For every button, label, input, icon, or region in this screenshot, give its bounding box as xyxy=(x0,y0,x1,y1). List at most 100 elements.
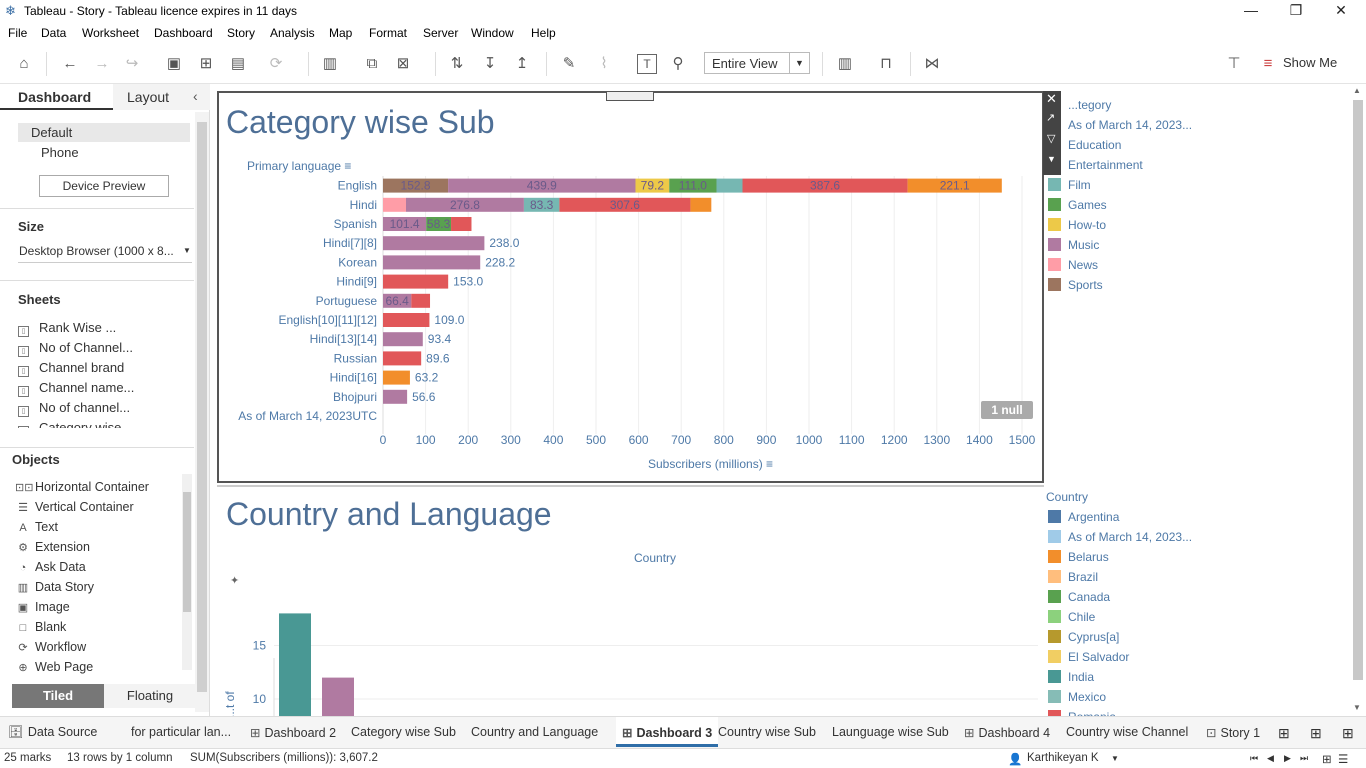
menu-dashboard[interactable]: Dashboard xyxy=(154,26,213,40)
object-item[interactable]: ⟳ Workflow xyxy=(15,640,86,654)
legend-item[interactable]: Entertainment xyxy=(1048,158,1143,172)
sheet-tab[interactable]: Country wise Sub xyxy=(718,725,816,739)
object-item[interactable]: ◔ Ask Data xyxy=(15,560,86,574)
sheet-item[interactable]: ▯ Rank Wise ... xyxy=(18,320,116,337)
legend-item[interactable]: Sports xyxy=(1048,278,1103,292)
sheet-tab[interactable]: Country and Language xyxy=(471,725,598,739)
device-phone[interactable]: Phone xyxy=(41,145,79,160)
home-icon[interactable]: ⌂ xyxy=(14,54,34,74)
legend-item[interactable]: As of March 14, 2023... xyxy=(1048,530,1192,544)
sheet-tab[interactable]: ⊡ Story 1 xyxy=(1206,725,1260,740)
legend-item[interactable]: India xyxy=(1048,670,1094,684)
vertical-scrollbar[interactable]: ▲ ▼ xyxy=(1350,84,1366,716)
pin-icon[interactable]: ⚲ xyxy=(668,54,688,74)
device-preview-button[interactable]: Device Preview xyxy=(39,175,169,197)
drag-handle[interactable] xyxy=(606,91,654,101)
size-dropdown[interactable]: Desktop Browser (1000 x 8... ▼ xyxy=(18,241,192,263)
clear-sheet-icon[interactable]: ⊠ xyxy=(393,54,413,74)
object-item[interactable]: ⊡⊡ Horizontal Container xyxy=(15,480,149,494)
remove-icon[interactable]: ✕ xyxy=(1046,91,1057,107)
legend-item[interactable]: Belarus xyxy=(1048,550,1109,564)
close-window-icon[interactable]: ✕ xyxy=(1321,2,1361,19)
floating-button[interactable]: Floating xyxy=(104,684,196,708)
grid-view-icon[interactable]: ⊞ xyxy=(1322,752,1332,766)
menu-help[interactable]: Help xyxy=(531,26,556,40)
collapse-panel-icon[interactable]: ‹ xyxy=(193,88,198,104)
object-item[interactable]: ⚙ Extension xyxy=(15,540,90,554)
show-me-icon[interactable]: ≡ xyxy=(1258,54,1278,74)
legend-item[interactable]: Chile xyxy=(1048,610,1095,624)
pause-updates-icon[interactable]: ▤ xyxy=(228,54,248,74)
menu-map[interactable]: Map xyxy=(329,26,352,40)
object-item[interactable]: ▥ Data Story xyxy=(15,580,94,594)
sort-icon[interactable]: ≡ xyxy=(344,159,351,173)
object-item[interactable]: □ Blank xyxy=(15,620,67,634)
legend-item[interactable]: Games xyxy=(1048,198,1107,212)
null-badge[interactable]: 1 null xyxy=(981,401,1033,419)
object-item[interactable]: ▣ Image xyxy=(15,600,70,614)
legend-item[interactable]: Education xyxy=(1048,138,1121,152)
prev-sheet-icon[interactable]: ◀ xyxy=(1267,753,1274,764)
menu-analysis[interactable]: Analysis xyxy=(270,26,315,40)
show-labels-icon[interactable]: T xyxy=(637,54,657,74)
menu-data[interactable]: Data xyxy=(41,26,66,40)
restore-icon[interactable]: ❐ xyxy=(1276,2,1316,19)
presentation-mode-icon[interactable]: ⊓ xyxy=(876,54,896,74)
fit-dropdown[interactable]: Entire View ▼ xyxy=(704,52,810,74)
object-item[interactable]: ☰ Vertical Container xyxy=(15,500,134,514)
legend-item[interactable]: Canada xyxy=(1048,590,1110,604)
tiled-button[interactable]: Tiled xyxy=(12,684,104,708)
left-scrollbar[interactable] xyxy=(195,112,209,712)
sheet-tab[interactable]: Country wise Channel xyxy=(1066,725,1188,739)
highlight-icon[interactable]: ✎ xyxy=(559,54,579,74)
objects-scrollbar[interactable] xyxy=(182,474,192,670)
device-default[interactable]: Default xyxy=(31,125,72,140)
menu-window[interactable]: Window xyxy=(471,26,514,40)
menu-format[interactable]: Format xyxy=(369,26,407,40)
swap-icon[interactable]: ⇅ xyxy=(447,54,467,74)
format-painter-icon[interactable]: ⊤ xyxy=(1224,54,1244,74)
show-me-button[interactable]: Show Me xyxy=(1283,55,1337,70)
user-menu-chevron-icon[interactable]: ▼ xyxy=(1111,754,1119,763)
sheet-item[interactable]: ▯ Channel brand xyxy=(18,360,124,377)
legend-item[interactable]: Music xyxy=(1048,238,1099,252)
list-view-icon[interactable]: ☰ xyxy=(1338,752,1348,766)
sheet-tab[interactable]: ⊞ Dashboard 2 xyxy=(250,725,336,740)
scroll-down-icon[interactable]: ▼ xyxy=(1353,703,1361,712)
user-name[interactable]: Karthikeyan K xyxy=(1027,752,1099,764)
new-dashboard-icon[interactable]: ⊞ xyxy=(1310,725,1322,742)
sheet-tab[interactable]: for particular lan... xyxy=(131,725,231,739)
sheet-tab[interactable]: 🗄 Data Source xyxy=(8,725,97,740)
sort-descending-icon[interactable]: ↥ xyxy=(512,54,532,74)
share-icon[interactable]: ⋈ xyxy=(922,54,942,74)
sheet-tab[interactable]: ⊞ Dashboard 4 xyxy=(964,725,1050,740)
menu-story[interactable]: Story xyxy=(227,26,255,40)
menu-worksheet[interactable]: Worksheet xyxy=(82,26,139,40)
legend-item[interactable]: As of March 14, 2023... xyxy=(1048,118,1192,132)
show-cards-icon[interactable]: ▥ xyxy=(835,54,855,74)
sheet-item[interactable]: ▯ No of Channel... xyxy=(18,340,133,357)
legend-item[interactable]: El Salvador xyxy=(1048,650,1129,664)
sheet-tab[interactable]: Category wise Sub xyxy=(351,725,456,739)
sort-icon[interactable]: ≡ xyxy=(766,457,773,471)
object-item[interactable]: ⊕ Web Page xyxy=(15,660,93,674)
new-story-icon[interactable]: ⊞ xyxy=(1342,725,1354,742)
attach-icon[interactable]: ⌇ xyxy=(594,54,614,74)
replay-icon[interactable]: ↪ xyxy=(122,54,142,74)
duplicate-icon[interactable]: ⧉ xyxy=(362,54,382,74)
minimize-icon[interactable]: — xyxy=(1231,2,1271,18)
scroll-up-icon[interactable]: ▲ xyxy=(1353,86,1361,95)
legend-item[interactable]: Film xyxy=(1048,178,1091,192)
last-sheet-icon[interactable]: ⏭ xyxy=(1300,753,1308,764)
sheet-item[interactable]: ▯ Category wise xyxy=(18,420,121,428)
undo-icon[interactable]: ← xyxy=(60,54,80,74)
menu-file[interactable]: File xyxy=(8,26,27,40)
save-icon[interactable]: ▣ xyxy=(164,54,184,74)
sort-ascending-icon[interactable]: ↧ xyxy=(480,54,500,74)
new-data-source-icon[interactable]: ⊞ xyxy=(196,54,216,74)
legend-item[interactable]: Cyprus[a] xyxy=(1048,630,1119,644)
new-sheet-icon[interactable]: ⊞ xyxy=(1278,725,1290,742)
sheet-item[interactable]: ▯ Channel name... xyxy=(18,380,134,397)
redo-icon[interactable]: → xyxy=(92,54,112,74)
sheet-item[interactable]: ▯ No of channel... xyxy=(18,400,130,417)
